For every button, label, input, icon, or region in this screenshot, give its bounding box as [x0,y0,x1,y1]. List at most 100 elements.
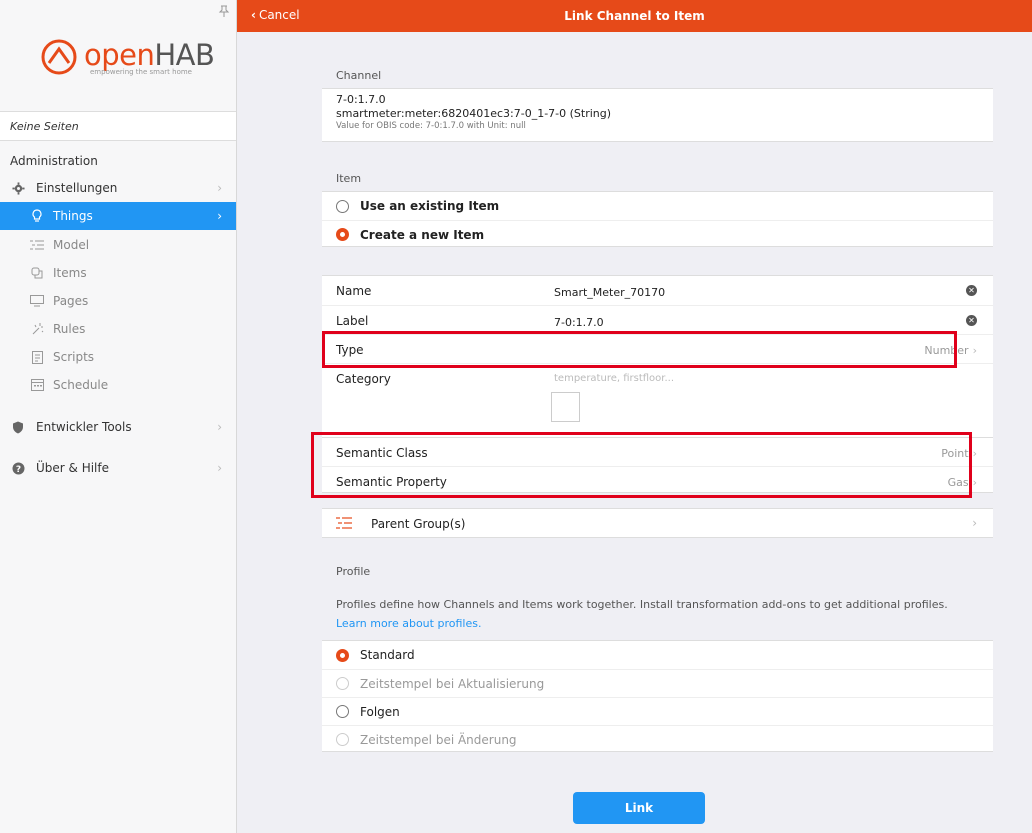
logo-tagline: empowering the smart home [90,68,192,76]
gear-icon [11,181,25,195]
nav-scripts-label: Scripts [53,350,95,364]
parent-group-row[interactable]: Parent Group(s) › [322,509,993,538]
name-input[interactable]: Smart_Meter_70170 [554,286,665,299]
chevron-right-icon: › [217,209,222,223]
profile-section-title: Profile [336,565,371,578]
label-row: Label 7-0:1.7.0 ✕ [322,305,993,334]
monitor-icon [30,294,44,308]
chevron-right-icon: › [972,447,977,460]
channel-uid: smartmeter:meter:6820401ec3:7-0_1-7-0 (S… [336,107,612,120]
radio-button-selected[interactable] [336,648,349,662]
label-label: Label [336,314,369,328]
profile-description: Profiles define how Channels and Items w… [336,595,976,633]
chevron-right-icon: › [972,344,977,357]
svg-text:?: ? [15,465,20,475]
semantic-class-label: Semantic Class [336,446,428,460]
semantic-property-row[interactable]: Semantic Property Gas › [322,466,993,494]
no-pages-text: Keine Seiten [0,111,236,141]
use-existing-item-label: Use an existing Item [360,199,500,213]
radio-button-selected[interactable] [336,228,349,241]
semantic-class-value: Point [941,447,969,460]
nav-developer-tools-label: Entwickler Tools [36,420,132,434]
shield-icon [11,420,25,434]
nav-rules-label: Rules [53,322,86,336]
profile-option-follow[interactable]: Folgen [322,697,993,725]
profile-option-label: Folgen [360,704,400,719]
nav-model-label: Model [53,238,90,252]
semantic-class-row[interactable]: Semantic Class Point › [322,438,993,466]
magic-wand-icon [30,322,44,336]
chevron-right-icon: › [217,181,222,195]
profile-option-label: Standard [360,648,415,662]
radio-button[interactable] [336,199,349,213]
create-new-item-label: Create a new Item [360,227,485,242]
list-tree-icon [30,238,44,252]
nav-things-label: Things [53,209,93,223]
nav-items[interactable]: Items [0,259,236,287]
navbar: ‹ Cancel Link Channel to Item [237,0,1032,32]
list-tree-icon [336,517,352,529]
profile-list: Standard Zeitstempel bei Aktualisierung … [322,640,993,752]
parent-group-card: Parent Group(s) › [322,508,993,538]
use-existing-item-option[interactable]: Use an existing Item [322,192,993,220]
item-mode-list: Use an existing Item Create a new Item [322,191,993,247]
clear-icon[interactable]: ✕ [966,315,977,326]
semantic-card: Semantic Class Point › Semantic Property … [322,437,993,493]
items-icon [30,266,44,280]
nav-settings[interactable]: Einstellungen › [0,174,236,202]
nav-about-help-label: Über & Hilfe [36,461,110,475]
nav-settings-label: Einstellungen [36,181,118,195]
pin-icon[interactable] [218,5,230,17]
clear-icon[interactable]: ✕ [966,285,977,296]
help-circle-icon: ? [11,461,25,475]
nav-schedule-label: Schedule [53,378,109,392]
lightbulb-icon [30,209,44,223]
logo-hab-text: HAB [154,38,215,72]
calendar-icon [30,378,44,392]
semantic-property-label: Semantic Property [336,475,447,489]
learn-more-profiles-link[interactable]: Learn more about profiles. [336,617,481,630]
type-value: Number [924,344,969,357]
nav-scripts[interactable]: Scripts [0,343,236,371]
nav-things[interactable]: Things › [0,202,236,230]
item-section-title: Item [336,172,362,185]
type-row[interactable]: Type Number › [322,334,993,363]
semantic-property-value: Gas [947,476,969,489]
document-icon [30,350,44,364]
link-button[interactable]: Link [573,792,705,824]
profile-description-text: Profiles define how Channels and Items w… [336,598,948,611]
category-input[interactable]: temperature, firstfloor... [554,373,674,384]
openhab-logo-icon [41,39,77,75]
category-label: Category [336,372,391,386]
chevron-right-icon: › [217,461,222,475]
nav-pages-label: Pages [53,294,89,308]
item-fields-card: Name Smart_Meter_70170 ✕ Label 7-0:1.7.0… [322,275,993,459]
sidebar: openHAB empowering the smart home Keine … [0,0,237,833]
name-row: Name Smart_Meter_70170 ✕ [322,276,993,305]
create-new-item-option[interactable]: Create a new Item [322,220,993,248]
nav-pages[interactable]: Pages [0,287,236,315]
nav-about-help[interactable]: ? Über & Hilfe › [0,454,236,482]
profile-option-timestamp-update: Zeitstempel bei Aktualisierung [322,669,993,697]
channel-card: 7-0:1.7.0 smartmeter:meter:6820401ec3:7-… [322,88,993,142]
chevron-right-icon: › [972,476,977,489]
channel-id: 7-0:1.7.0 [336,93,386,106]
openhab-logo: openHAB empowering the smart home [40,38,225,78]
main-content: Channel 7-0:1.7.0 smartmeter:meter:68204… [237,32,1032,833]
chevron-right-icon: › [217,420,222,434]
nav-schedule[interactable]: Schedule [0,371,236,399]
administration-heading: Administration [10,154,98,168]
radio-button-disabled [336,733,349,746]
name-label: Name [336,284,372,298]
category-icon-preview [551,392,580,422]
chevron-right-icon: › [972,516,977,530]
nav-model[interactable]: Model [0,231,236,259]
radio-button-disabled [336,677,349,690]
profile-option-standard[interactable]: Standard [322,641,993,669]
radio-button[interactable] [336,705,349,718]
channel-description: Value for OBIS code: 7-0:1.7.0 with Unit… [336,121,526,131]
nav-rules[interactable]: Rules [0,315,236,343]
nav-developer-tools[interactable]: Entwickler Tools › [0,413,236,441]
label-input[interactable]: 7-0:1.7.0 [554,316,604,329]
profile-option-label: Zeitstempel bei Aktualisierung [360,676,545,691]
